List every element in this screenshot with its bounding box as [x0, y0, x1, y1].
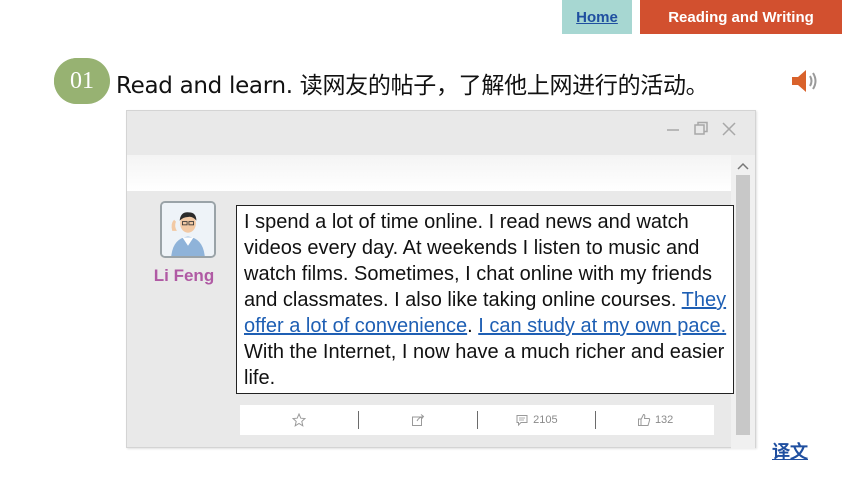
window-controls [665, 121, 737, 137]
thumbs-up-icon [637, 413, 651, 426]
comment-button[interactable]: 2105 [478, 405, 596, 435]
scroll-up-icon[interactable] [736, 161, 750, 171]
share-icon [411, 414, 424, 426]
close-icon[interactable] [721, 121, 737, 137]
home-tab[interactable]: Home [562, 0, 632, 34]
post-text-2: . [467, 315, 479, 337]
star-icon [291, 413, 306, 427]
scroll-thumb[interactable] [736, 175, 750, 435]
restore-icon[interactable] [693, 121, 709, 137]
comment-count: 2105 [533, 414, 558, 426]
post-action-bar: 2105 132 [240, 405, 714, 435]
post-text-1: I spend a lot of time online. I read new… [244, 211, 712, 311]
reading-writing-tab[interactable]: Reading and Writing [640, 0, 842, 34]
speaker-icon[interactable] [790, 68, 818, 94]
post-text-3: With the Internet, I now have a much ric… [244, 341, 725, 389]
avatar[interactable] [160, 201, 216, 258]
share-button[interactable] [359, 405, 477, 435]
section-number-badge: 01 [54, 58, 110, 104]
translation-link[interactable]: 译文 [772, 438, 808, 464]
like-button[interactable]: 132 [596, 405, 714, 435]
favorite-button[interactable] [240, 405, 358, 435]
comment-icon [516, 415, 528, 427]
own-pace-link[interactable]: I can study at my own pace. [478, 315, 726, 337]
like-count: 132 [654, 414, 674, 426]
user-name[interactable]: Li Feng [149, 266, 219, 286]
instruction-text: Read and learn. 读网友的帖子，了解他上网进行的活动。 [116, 73, 709, 99]
scrollbar[interactable] [731, 155, 755, 449]
post-content: I spend a lot of time online. I read new… [236, 205, 734, 394]
user-avatar-image [162, 203, 214, 256]
minimize-icon[interactable] [665, 121, 681, 137]
section-number: 01 [70, 67, 94, 94]
toolbar-band [127, 155, 731, 191]
